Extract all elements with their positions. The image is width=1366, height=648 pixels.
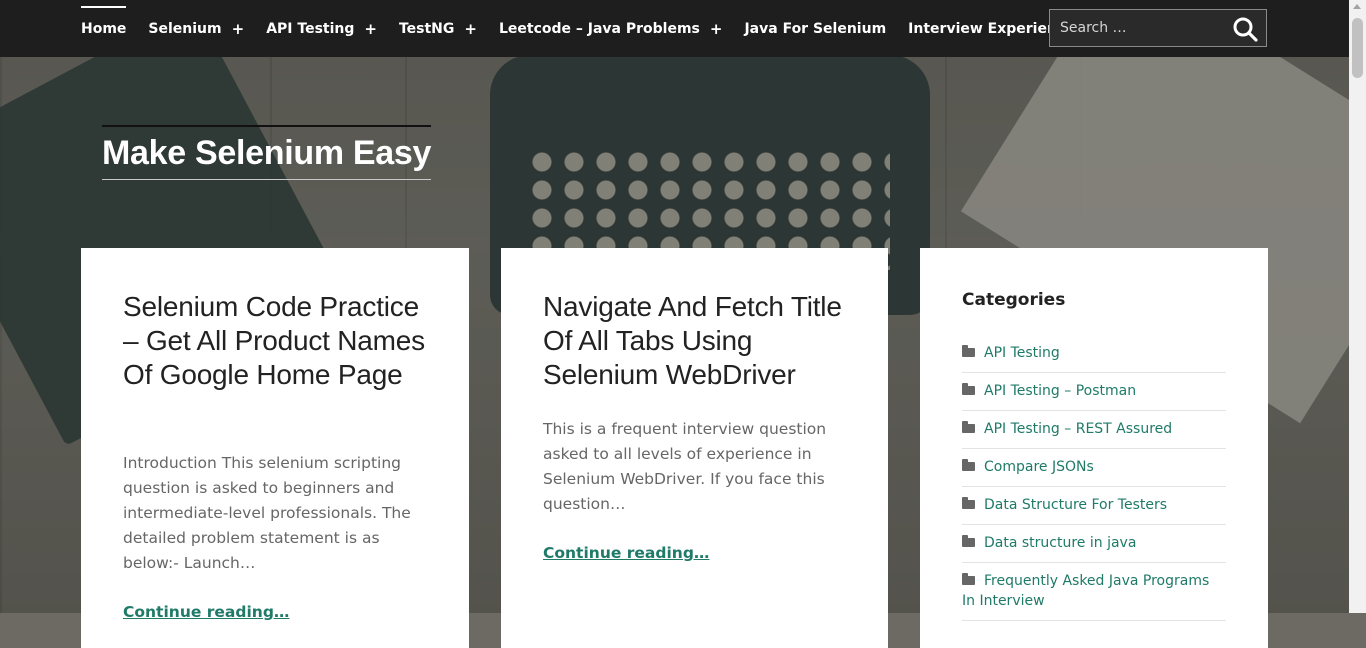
folder-icon bbox=[962, 383, 975, 395]
folder-icon bbox=[962, 497, 975, 509]
folder-icon bbox=[962, 459, 975, 471]
category-link[interactable]: API Testing – Postman bbox=[984, 383, 1136, 399]
nav-item-label: Selenium bbox=[148, 20, 222, 37]
continue-reading-link[interactable]: Continue reading… bbox=[123, 603, 289, 621]
search-input[interactable] bbox=[1050, 19, 1232, 37]
post-card-1: Selenium Code Practice – Get All Product… bbox=[81, 248, 469, 648]
submenu-plus-icon[interactable]: + bbox=[464, 20, 477, 38]
top-navigation-bar: Home Selenium + API Testing + TestNG + Leetcode… bbox=[0, 0, 1349, 57]
category-link[interactable]: API Testing bbox=[984, 345, 1060, 361]
folder-icon bbox=[962, 573, 975, 585]
nav-item-selenium[interactable]: Selenium + bbox=[148, 0, 244, 57]
post-title[interactable]: Navigate And Fetch Title Of All Tabs Usi… bbox=[543, 290, 853, 392]
page-scrollbar[interactable] bbox=[1349, 0, 1366, 613]
nav-item-label: Home bbox=[81, 20, 127, 37]
folder-icon bbox=[962, 345, 975, 357]
category-item: API Testing bbox=[962, 335, 1226, 373]
category-item: Data structure in java bbox=[962, 525, 1226, 563]
nav-item-java-for-selenium[interactable]: Java For Selenium bbox=[744, 0, 886, 57]
category-link[interactable]: Frequently Asked Java Programs In Interv… bbox=[962, 573, 1209, 609]
post-card-2: Navigate And Fetch Title Of All Tabs Usi… bbox=[501, 248, 888, 648]
nav-item-label: API Testing bbox=[266, 20, 355, 37]
category-item: API Testing – REST Assured bbox=[962, 411, 1226, 449]
search-icon[interactable] bbox=[1232, 16, 1258, 42]
primary-menu: Home Selenium + API Testing + TestNG + Leetcode… bbox=[81, 0, 1202, 57]
category-item: Compare JSONs bbox=[962, 449, 1226, 487]
nav-item-home[interactable]: Home bbox=[81, 0, 127, 57]
search-form bbox=[1049, 9, 1267, 47]
post-excerpt: This is a frequent interview question as… bbox=[543, 420, 827, 513]
nav-item-leetcode-java-problems[interactable]: Leetcode – Java Problems + bbox=[499, 0, 723, 57]
category-link[interactable]: Data Structure For Testers bbox=[984, 497, 1167, 513]
nav-item-label: Leetcode – Java Problems bbox=[498, 20, 700, 37]
scroll-up-arrow-icon[interactable] bbox=[1353, 4, 1361, 9]
category-item: API Testing – Postman bbox=[962, 373, 1226, 411]
category-item: Frequently Asked Java Programs In Interv… bbox=[962, 563, 1226, 621]
submenu-plus-icon[interactable]: + bbox=[710, 20, 723, 38]
nav-item-label: TestNG bbox=[398, 20, 455, 37]
category-item: Data Structure For Testers bbox=[962, 487, 1226, 525]
sidebar-widget-categories: Categories API Testing API Testing – Post… bbox=[920, 248, 1268, 648]
submenu-plus-icon[interactable]: + bbox=[232, 20, 245, 38]
scrollbar-thumb[interactable] bbox=[1352, 18, 1363, 78]
nav-item-testng[interactable]: TestNG + bbox=[399, 0, 477, 57]
continue-reading-link[interactable]: Continue reading… bbox=[543, 544, 709, 562]
category-list: API Testing API Testing – Postman API Test… bbox=[962, 335, 1226, 621]
nav-item-label: Java For Selenium bbox=[744, 20, 887, 37]
folder-icon bbox=[962, 421, 975, 433]
category-link[interactable]: API Testing – REST Assured bbox=[984, 421, 1172, 437]
post-title[interactable]: Selenium Code Practice – Get All Product… bbox=[123, 290, 433, 392]
widget-heading: Categories bbox=[962, 290, 1066, 310]
folder-icon bbox=[962, 535, 975, 547]
category-link[interactable]: Compare JSONs bbox=[984, 459, 1094, 475]
submenu-plus-icon[interactable]: + bbox=[364, 20, 377, 38]
post-excerpt: Introduction This selenium scripting que… bbox=[123, 454, 411, 572]
site-title[interactable]: Make Selenium Easy bbox=[102, 125, 431, 180]
category-link[interactable]: Data structure in java bbox=[984, 535, 1136, 551]
nav-item-api-testing[interactable]: API Testing + bbox=[266, 0, 377, 57]
